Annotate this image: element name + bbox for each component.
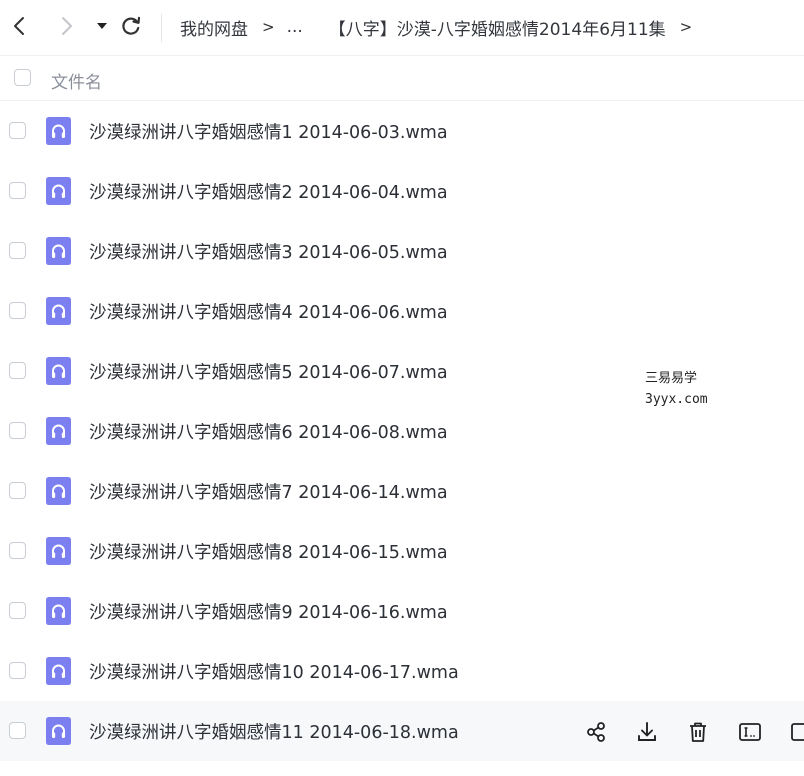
file-row-checkbox[interactable] <box>9 182 26 199</box>
file-list-header: 文件名 <box>0 57 804 101</box>
filename-column-header[interactable]: 文件名 <box>51 68 102 93</box>
file-row-checkbox[interactable] <box>9 662 26 679</box>
audio-file-icon <box>46 117 71 145</box>
file-name[interactable]: 沙漠绿洲讲八字婚姻感情7 2014-06-14.wma <box>89 479 448 504</box>
file-row-checkbox[interactable] <box>9 422 26 439</box>
top-navigation-bar: 我的网盘 > ... 【八字】沙漠-八字婚姻感情2014年6月11集 > <box>0 0 804 56</box>
watermark: 三易易学 3yyx.com <box>645 368 708 410</box>
file-name[interactable]: 沙漠绿洲讲八字婚姻感情5 2014-06-07.wma <box>89 359 448 384</box>
rename-button[interactable] <box>736 718 764 746</box>
more-icon <box>791 723 804 741</box>
file-row-checkbox[interactable] <box>9 302 26 319</box>
breadcrumb-ellipsis[interactable]: ... <box>287 17 303 37</box>
file-row[interactable]: 沙漠绿洲讲八字婚姻感情1 2014-06-03.wma <box>0 101 804 161</box>
chevron-right-icon <box>62 17 72 35</box>
file-row-checkbox[interactable] <box>9 122 26 139</box>
audio-file-icon <box>46 237 71 265</box>
file-row-checkbox[interactable] <box>9 482 26 499</box>
share-icon <box>587 722 605 742</box>
file-name[interactable]: 沙漠绿洲讲八字婚姻感情3 2014-06-05.wma <box>89 239 448 264</box>
file-row-checkbox[interactable] <box>9 362 26 379</box>
file-name[interactable]: 沙漠绿洲讲八字婚姻感情2 2014-06-04.wma <box>89 179 448 204</box>
breadcrumb-separator: > <box>679 18 693 36</box>
breadcrumb-root[interactable]: 我的网盘 <box>180 15 248 40</box>
audio-file-icon <box>46 597 71 625</box>
audio-file-icon <box>46 537 71 565</box>
rename-icon <box>739 723 761 741</box>
file-row-checkbox[interactable] <box>9 542 26 559</box>
breadcrumb-current[interactable]: 【八字】沙漠-八字婚姻感情2014年6月11集 <box>329 15 666 40</box>
file-name[interactable]: 沙漠绿洲讲八字婚姻感情10 2014-06-17.wma <box>89 659 459 684</box>
watermark-line1: 三易易学 <box>645 371 698 386</box>
audio-file-icon <box>46 357 71 385</box>
back-button[interactable] <box>6 12 34 40</box>
audio-file-icon <box>46 177 71 205</box>
file-row[interactable]: 沙漠绿洲讲八字婚姻感情10 2014-06-17.wma <box>0 641 804 701</box>
share-button[interactable] <box>582 718 610 746</box>
file-row-checkbox[interactable] <box>9 722 26 739</box>
file-row[interactable]: 沙漠绿洲讲八字婚姻感情7 2014-06-14.wma <box>0 461 804 521</box>
chevron-left-icon <box>14 17 24 35</box>
file-row[interactable]: 沙漠绿洲讲八字婚姻感情9 2014-06-16.wma <box>0 581 804 641</box>
more-button[interactable] <box>786 718 804 746</box>
breadcrumb: 我的网盘 > ... 【八字】沙漠-八字婚姻感情2014年6月11集 > <box>180 14 704 40</box>
download-icon <box>638 722 656 741</box>
refresh-icon <box>122 16 141 35</box>
refresh-button[interactable] <box>117 12 145 40</box>
history-dropdown-button[interactable] <box>88 12 116 40</box>
delete-button[interactable] <box>684 718 712 746</box>
audio-file-icon <box>46 477 71 505</box>
breadcrumb-separator: > <box>262 18 275 36</box>
file-row[interactable]: 沙漠绿洲讲八字婚姻感情2 2014-06-04.wma <box>0 161 804 221</box>
audio-file-icon <box>46 717 71 745</box>
file-name[interactable]: 沙漠绿洲讲八字婚姻感情9 2014-06-16.wma <box>89 599 448 624</box>
audio-file-icon <box>46 297 71 325</box>
audio-file-icon <box>46 657 71 685</box>
file-row[interactable]: 沙漠绿洲讲八字婚姻感情3 2014-06-05.wma <box>0 221 804 281</box>
file-name[interactable]: 沙漠绿洲讲八字婚姻感情8 2014-06-15.wma <box>89 539 448 564</box>
delete-icon <box>690 722 706 742</box>
file-name[interactable]: 沙漠绿洲讲八字婚姻感情4 2014-06-06.wma <box>89 299 448 324</box>
watermark-line2: 3yyx.com <box>645 392 708 407</box>
file-row[interactable]: 沙漠绿洲讲八字婚姻感情4 2014-06-06.wma <box>0 281 804 341</box>
file-name[interactable]: 沙漠绿洲讲八字婚姻感情6 2014-06-08.wma <box>89 419 448 444</box>
file-row[interactable]: 沙漠绿洲讲八字婚姻感情8 2014-06-15.wma <box>0 521 804 581</box>
download-button[interactable] <box>633 718 661 746</box>
select-all-checkbox[interactable] <box>14 69 31 86</box>
forward-button[interactable] <box>52 12 80 40</box>
audio-file-icon <box>46 417 71 445</box>
file-row[interactable]: 沙漠绿洲讲八字婚姻感情6 2014-06-08.wma <box>0 401 804 461</box>
file-row-checkbox[interactable] <box>9 242 26 259</box>
file-name[interactable]: 沙漠绿洲讲八字婚姻感情11 2014-06-18.wma <box>89 719 459 744</box>
file-row-checkbox[interactable] <box>9 602 26 619</box>
caret-down-icon <box>97 23 107 29</box>
file-name[interactable]: 沙漠绿洲讲八字婚姻感情1 2014-06-03.wma <box>89 119 448 144</box>
toolbar-divider <box>161 14 162 42</box>
